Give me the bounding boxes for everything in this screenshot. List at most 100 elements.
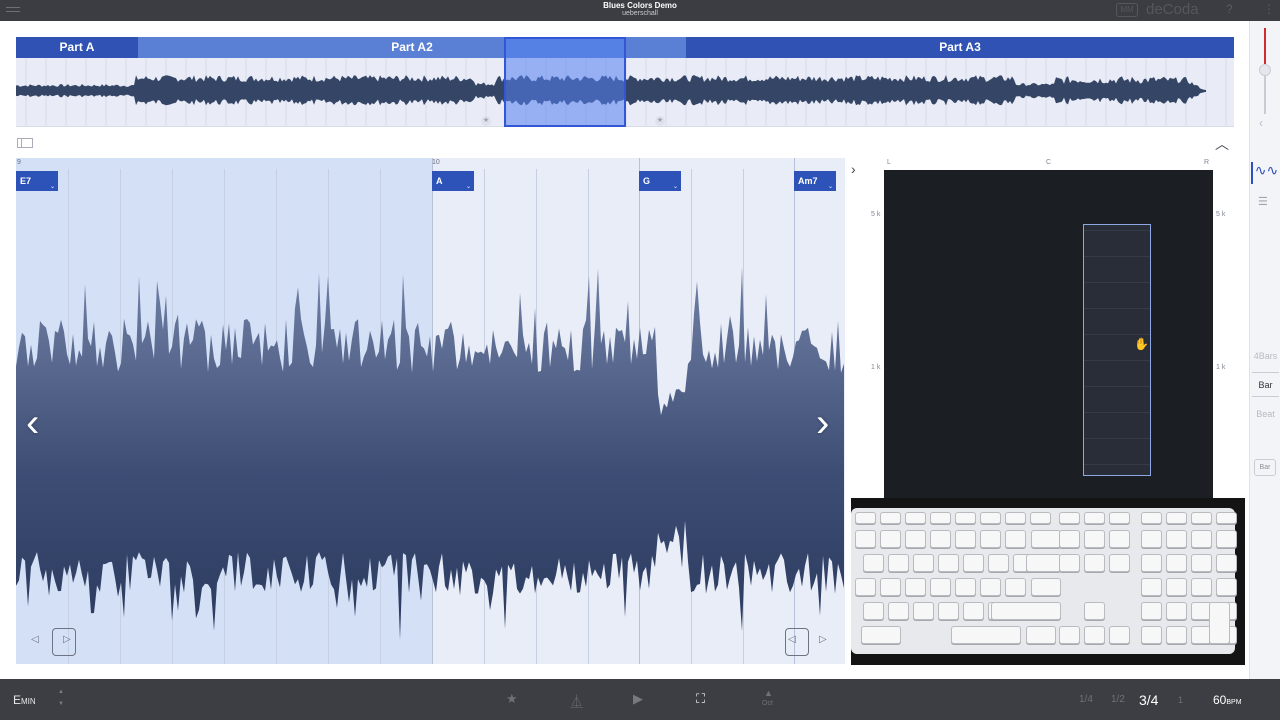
keyboard-key [938, 602, 959, 620]
play-icon[interactable]: ▷ [63, 634, 71, 645]
keyboard-key [905, 512, 926, 524]
frequency-label: 1 k [1216, 364, 1226, 371]
keyboard-key [1084, 626, 1105, 644]
channel-label: L [887, 159, 891, 166]
brand-logo-icon: MM [1116, 3, 1138, 17]
keyboard-key [980, 512, 1001, 524]
key-stepper-icon[interactable]: ▲ ▼ [58, 686, 64, 710]
chevron-down-icon: ⌄ [465, 184, 471, 190]
chord-name: A [436, 176, 443, 186]
keyboard-key [905, 530, 926, 548]
stereo-spectrum-view[interactable] [884, 170, 1213, 498]
help-icon[interactable]: ? [1226, 2, 1233, 16]
tempo-display[interactable]: 60BPM [1213, 693, 1242, 707]
keyboard-key [888, 602, 909, 620]
star-marker-icon[interactable]: ★ [655, 116, 665, 126]
loop-end-button[interactable] [785, 628, 809, 656]
keyboard-key [955, 578, 976, 596]
keyboard-key [1166, 626, 1187, 644]
frequency-label: 5 k [1216, 211, 1226, 218]
part-a-segment[interactable]: Part A [16, 37, 138, 58]
chord-label-am7[interactable]: Am7 ⌄ [794, 171, 836, 191]
rewind-icon[interactable]: ◁ [31, 634, 39, 645]
more-options-icon[interactable]: ⋮ [1263, 2, 1275, 16]
chevron-left-icon[interactable]: ‹ [1259, 116, 1263, 130]
song-overview[interactable]: Part A Part A2 Part A3 ★ ★ [16, 37, 1234, 127]
panel-toggle-icon[interactable] [17, 138, 33, 148]
previous-arrow-icon[interactable]: ‹ [26, 403, 39, 443]
chevron-right-icon[interactable]: › [851, 161, 856, 177]
waveform-view-icon[interactable]: ∿∿ [1251, 162, 1280, 184]
keyboard-key [1166, 512, 1187, 524]
keyboard-key [1141, 554, 1162, 572]
play-button-icon[interactable]: ▶ [633, 691, 643, 707]
stereo-ruler: L C R [884, 158, 1213, 170]
song-artist: ueberschall [622, 10, 658, 17]
keyboard-key [980, 578, 1001, 596]
fit-view-icon[interactable]: ⛶ [696, 691, 705, 707]
keyboard-key [1026, 554, 1061, 572]
keyboard-key [1191, 578, 1212, 596]
channel-label: R [1204, 159, 1210, 166]
chevron-up-icon[interactable]: ︿ [1215, 134, 1229, 154]
key-mode: MIN [21, 697, 36, 706]
keyboard-key [1005, 512, 1026, 524]
keyboard-key [855, 530, 876, 548]
keyboard-key [1166, 554, 1187, 572]
chord-name: Am7 [798, 176, 818, 186]
keyboard-video [851, 498, 1245, 665]
part-a3-segment[interactable]: Part A3 [686, 37, 1234, 58]
metronome-icon[interactable]: ⏅ [570, 691, 583, 710]
next-arrow-icon[interactable]: › [816, 403, 829, 443]
chevron-down-icon: ⌄ [49, 184, 55, 190]
keyboard-key [1141, 626, 1162, 644]
keyboard-key [913, 554, 934, 572]
time-sig-current[interactable]: 3/4 [1139, 692, 1158, 708]
volume-slider-knob[interactable] [1259, 64, 1271, 76]
keyboard-key [861, 626, 901, 644]
keyboard-key [1059, 530, 1080, 548]
overview-selection-window[interactable] [504, 37, 626, 127]
keyboard-key [1216, 554, 1237, 572]
list-view-icon[interactable]: ☰ [1258, 195, 1268, 208]
keyboard-key [988, 554, 1009, 572]
hand-cursor-icon: ✋ [1134, 337, 1149, 351]
keyboard-key [880, 578, 901, 596]
play-icon[interactable]: ▷ [819, 634, 827, 645]
chord-name: E7 [20, 176, 32, 186]
star-marker-icon[interactable]: ★ [481, 116, 491, 126]
chord-name: G [643, 176, 651, 186]
time-sig-option[interactable]: 1/4 [1079, 694, 1093, 705]
zoom-4bars[interactable]: 4Bars [1252, 351, 1279, 361]
keyboard-key [913, 602, 934, 620]
keyboard-key [1005, 530, 1026, 548]
keyboard-key [1209, 602, 1230, 644]
right-sidebar [1249, 21, 1280, 679]
keyboard-key [1166, 530, 1187, 548]
keyboard-key [1141, 578, 1162, 596]
zoom-beat[interactable]: Beat [1252, 409, 1279, 419]
octave-up-icon[interactable]: ▲ [764, 688, 773, 698]
key-selector[interactable]: EMIN [13, 693, 36, 707]
chord-label-a[interactable]: A ⌄ [432, 171, 474, 191]
chord-label-g[interactable]: G ⌄ [639, 171, 681, 191]
time-sig-option[interactable]: 1/2 [1111, 694, 1125, 705]
star-icon[interactable]: ★ [506, 691, 518, 707]
keyboard-key [1084, 602, 1105, 620]
snap-bar-button[interactable]: Bar [1254, 459, 1276, 476]
chord-label-e7[interactable]: E7 ⌄ [16, 171, 58, 191]
keyboard-key [1084, 554, 1105, 572]
keyboard-key [863, 554, 884, 572]
keyboard-key [963, 602, 984, 620]
keyboard-key [888, 554, 909, 572]
keyboard-key [1216, 512, 1237, 524]
main-waveform [16, 266, 844, 640]
time-sig-option[interactable]: 1 [1178, 695, 1183, 705]
zoom-bar[interactable]: Bar [1252, 372, 1279, 397]
main-waveform-shape [16, 266, 844, 640]
key-letter: E [13, 693, 22, 707]
keyboard-key [880, 530, 901, 548]
keyboard-key [1141, 512, 1162, 524]
waveform-view[interactable]: 9 10 E7 ⌄ A ⌄ G ⌄ Am7 ⌄ ‹ › ◁ ▷ ◁ ▷ [16, 158, 845, 664]
frequency-label: 5 k [871, 211, 881, 218]
